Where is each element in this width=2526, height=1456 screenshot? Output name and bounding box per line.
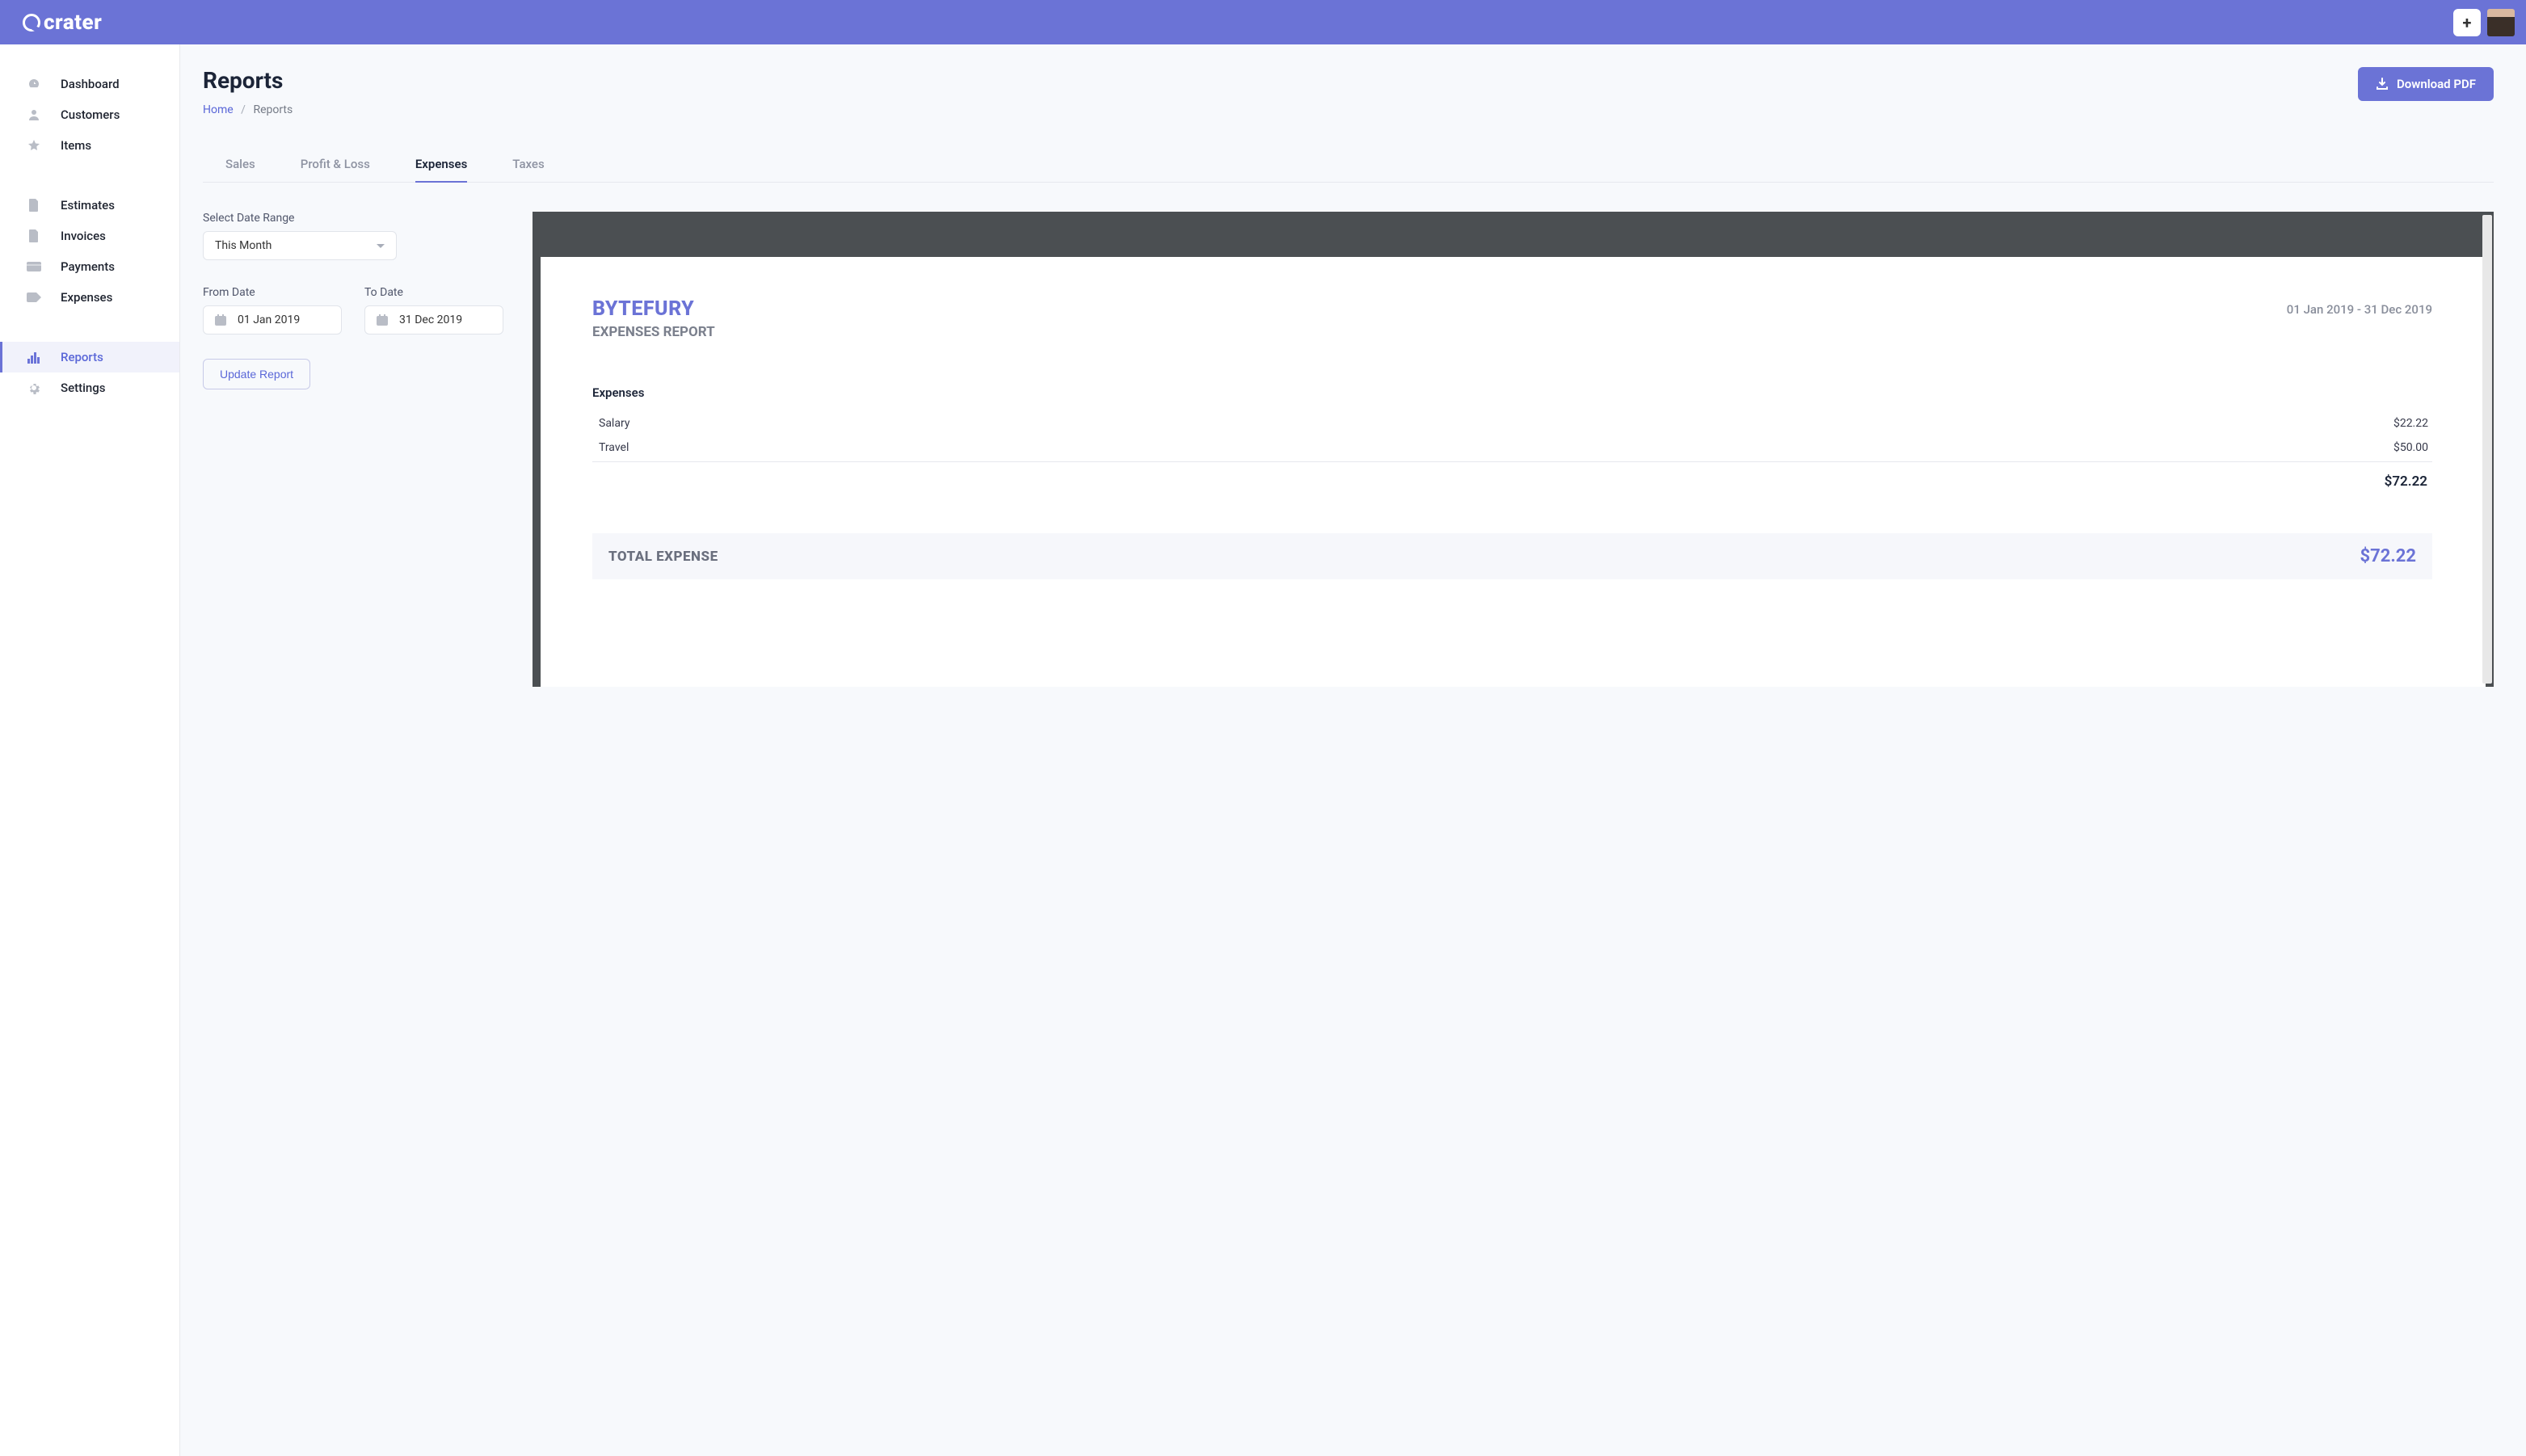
tab-profit-loss[interactable]: Profit & Loss <box>301 147 370 183</box>
bar-chart-icon <box>27 351 41 364</box>
expenses-section-title: Expenses <box>592 385 2432 400</box>
sidebar-item-label: Reports <box>61 350 103 364</box>
subtotal-amount: $72.22 <box>2385 473 2427 490</box>
brand-logo[interactable]: crater <box>23 11 102 35</box>
download-label: Download PDF <box>2397 77 2476 91</box>
sidebar-item-label: Dashboard <box>61 77 120 91</box>
expense-name: Travel <box>599 441 629 454</box>
expense-row: Salary $22.22 <box>592 411 2432 436</box>
sidebar-item-label: Expenses <box>61 290 112 305</box>
page-header: Reports Home / Reports Download PDF <box>203 67 2494 116</box>
sidebar-item-invoices[interactable]: Invoices <box>0 221 179 251</box>
sidebar-item-label: Customers <box>61 107 120 122</box>
to-date-input[interactable]: 31 Dec 2019 <box>364 305 503 335</box>
filter-panel: Select Date Range This Month From Date 0… <box>203 212 510 687</box>
from-date-input[interactable]: 01 Jan 2019 <box>203 305 342 335</box>
download-pdf-button[interactable]: Download PDF <box>2358 67 2494 101</box>
tag-icon <box>27 292 41 302</box>
total-row: TOTAL EXPENSE $72.22 <box>592 533 2432 579</box>
nav-group-2: Estimates Invoices Payments Expenses <box>0 190 179 313</box>
update-report-button[interactable]: Update Report <box>203 359 310 389</box>
tab-sales[interactable]: Sales <box>225 147 255 183</box>
subtotal-row: $72.22 <box>592 461 2432 501</box>
credit-card-icon <box>27 262 41 271</box>
tab-expenses[interactable]: Expenses <box>415 147 467 183</box>
download-icon <box>2376 78 2389 90</box>
sidebar-item-label: Invoices <box>61 229 106 243</box>
file-lines-icon <box>27 229 41 242</box>
add-button[interactable]: + <box>2453 9 2481 36</box>
from-date-label: From Date <box>203 286 342 299</box>
sidebar-item-reports[interactable]: Reports <box>0 342 179 372</box>
calendar-icon <box>215 314 226 326</box>
date-range-select[interactable]: This Month <box>203 231 397 260</box>
tab-taxes[interactable]: Taxes <box>512 147 544 183</box>
avatar[interactable] <box>2487 9 2515 36</box>
from-date-value: 01 Jan 2019 <box>238 314 300 326</box>
expense-amount: $22.22 <box>2393 417 2428 430</box>
report-page: BYTEFURY EXPENSES REPORT 01 Jan 2019 - 3… <box>541 257 2486 687</box>
sidebar-item-label: Estimates <box>61 198 115 213</box>
gear-icon <box>27 381 41 394</box>
user-icon <box>27 108 41 121</box>
sidebar-item-label: Items <box>61 138 91 153</box>
report-date-range: 01 Jan 2019 - 31 Dec 2019 <box>2287 302 2432 317</box>
logo-icon <box>23 14 40 32</box>
sidebar-item-label: Payments <box>61 259 115 274</box>
sidebar-item-items[interactable]: Items <box>0 130 179 161</box>
scrollbar[interactable] <box>2482 215 2492 684</box>
report-header: BYTEFURY EXPENSES REPORT 01 Jan 2019 - 3… <box>592 297 2432 340</box>
nav-group-3: Reports Settings <box>0 342 179 403</box>
sidebar-item-dashboard[interactable]: Dashboard <box>0 69 179 99</box>
sidebar-item-payments[interactable]: Payments <box>0 251 179 282</box>
date-inputs: From Date 01 Jan 2019 To Date 31 Dec 201… <box>203 286 510 335</box>
sidebar-item-customers[interactable]: Customers <box>0 99 179 130</box>
expense-row: Travel $50.00 <box>592 436 2432 460</box>
total-label: TOTAL EXPENSE <box>608 549 718 565</box>
calendar-icon <box>377 314 388 326</box>
content-row: Select Date Range This Month From Date 0… <box>203 212 2494 687</box>
breadcrumb-home[interactable]: Home <box>203 103 234 116</box>
main-content: Reports Home / Reports Download PDF Sale… <box>180 44 2526 1456</box>
expense-name: Salary <box>599 417 629 430</box>
file-icon <box>27 199 41 212</box>
star-icon <box>27 139 41 152</box>
range-value: This Month <box>215 239 272 252</box>
plus-icon: + <box>2463 13 2472 32</box>
layout: Dashboard Customers Items Estimates Invo… <box>0 44 2526 1456</box>
to-date-label: To Date <box>364 286 503 299</box>
breadcrumb-current: Reports <box>253 103 293 116</box>
report-subtitle: EXPENSES REPORT <box>592 324 715 340</box>
sidebar: Dashboard Customers Items Estimates Invo… <box>0 44 180 1456</box>
page-title: Reports <box>203 67 293 94</box>
report-preview-frame: BYTEFURY EXPENSES REPORT 01 Jan 2019 - 3… <box>533 212 2494 687</box>
to-date-value: 31 Dec 2019 <box>399 314 462 326</box>
sidebar-item-expenses[interactable]: Expenses <box>0 282 179 313</box>
tabs: Sales Profit & Loss Expenses Taxes <box>203 147 2494 183</box>
sidebar-item-settings[interactable]: Settings <box>0 372 179 403</box>
gauge-icon <box>27 78 41 90</box>
expense-amount: $50.00 <box>2393 441 2428 454</box>
topbar-actions: + <box>2453 9 2515 36</box>
brand-name: crater <box>44 11 102 35</box>
chevron-down-icon <box>377 244 385 248</box>
sidebar-item-label: Settings <box>61 381 106 395</box>
topbar: crater + <box>0 0 2526 44</box>
nav-group-1: Dashboard Customers Items <box>0 69 179 161</box>
expense-list: Salary $22.22 Travel $50.00 <box>592 411 2432 460</box>
breadcrumb: Home / Reports <box>203 103 293 116</box>
breadcrumb-separator: / <box>241 103 246 116</box>
range-label: Select Date Range <box>203 212 510 225</box>
sidebar-item-estimates[interactable]: Estimates <box>0 190 179 221</box>
total-amount: $72.22 <box>2360 546 2417 566</box>
company-name: BYTEFURY <box>592 297 715 321</box>
